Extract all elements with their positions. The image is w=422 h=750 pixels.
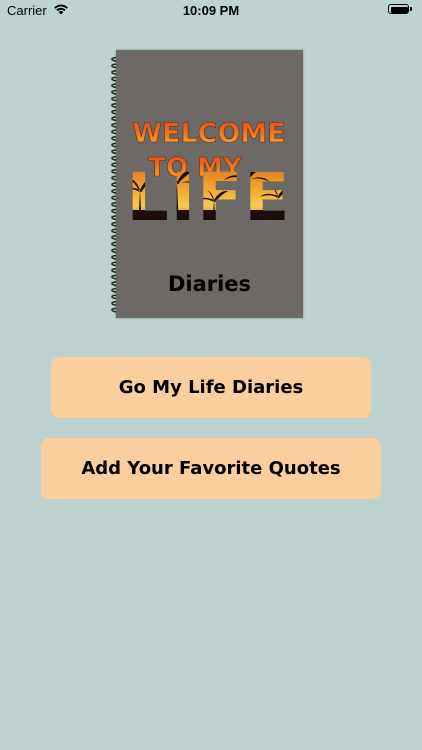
cover-title-line1: WELCOME [132, 118, 286, 149]
cover-label: Diaries [167, 272, 252, 296]
status-time: 10:09 PM [182, 3, 240, 18]
battery-icon [388, 4, 414, 16]
cover: LIFE WELCOME TO MY [116, 50, 303, 318]
battery-body [388, 4, 409, 14]
cover-title-line3 [126, 159, 292, 230]
go-my-life-diaries-button[interactable]: Go My Life Diaries [51, 357, 371, 418]
battery-tip [410, 7, 412, 11]
add-favorite-quotes-button[interactable]: Add Your Favorite Quotes [41, 438, 381, 499]
status-bar: Carrier 10:09 PM [0, 0, 422, 22]
diary-cover-image: LIFE WELCOME TO MY [107, 50, 303, 318]
battery-fill [391, 7, 408, 13]
